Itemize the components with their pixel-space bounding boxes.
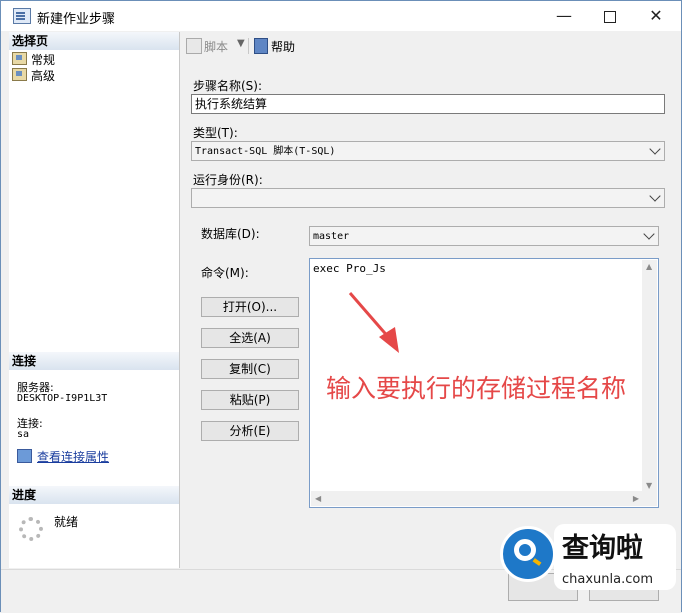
job-step-dialog: 新建作业步骤 — ✕ 选择页 常规 高级 连接 服务器: DESKTOP-I9P… [0, 0, 682, 612]
database-value: master [313, 231, 350, 242]
parse-button[interactable]: 分析(E) [201, 421, 299, 441]
step-name-input[interactable]: 执行系统结算 [191, 94, 665, 114]
script-button[interactable]: 脚本 [186, 38, 228, 55]
database-label: 数据库(D): [201, 227, 260, 241]
left-panel: 选择页 常规 高级 连接 服务器: DESKTOP-I9P1L3T 连接: sa… [9, 32, 180, 568]
chevron-down-icon [643, 228, 655, 240]
type-value: Transact-SQL 脚本(T-SQL) [195, 146, 336, 157]
chevron-down-icon [649, 190, 661, 202]
connection-properties-icon [17, 449, 32, 463]
script-icon [186, 38, 202, 54]
horizontal-scrollbar[interactable]: ◀ ▶ [311, 491, 643, 506]
page-item-label: 高级 [31, 69, 56, 83]
type-select[interactable]: Transact-SQL 脚本(T-SQL) [191, 141, 665, 161]
command-text: exec Pro_Js [313, 262, 386, 275]
scrollbar-corner [642, 491, 657, 506]
pages-header: 选择页 [9, 32, 179, 50]
close-button[interactable]: ✕ [633, 1, 679, 31]
connection-header: 连接 [9, 352, 179, 370]
page-item-label: 常规 [31, 53, 56, 67]
window-title: 新建作业步骤 [37, 12, 116, 27]
app-icon [13, 8, 31, 24]
connection-value: sa [17, 429, 30, 440]
server-value: DESKTOP-I9P1L3T [17, 393, 108, 404]
copy-button[interactable]: 复制(C) [201, 359, 299, 379]
progress-spinner-icon [19, 517, 43, 541]
view-connection-properties-label: 查看连接属性 [37, 450, 110, 464]
watermark-site: chaxunla.com [562, 572, 653, 587]
scroll-up-icon[interactable]: ▲ [646, 262, 652, 271]
progress-status: 就绪 [54, 515, 79, 529]
help-label: 帮助 [271, 40, 296, 54]
maximize-icon [604, 10, 616, 23]
run-as-select[interactable] [191, 188, 665, 208]
select-all-button[interactable]: 全选(A) [201, 328, 299, 348]
page-item-advanced[interactable]: 高级 [12, 68, 55, 84]
page-icon [12, 52, 27, 65]
minimize-button[interactable]: — [541, 1, 587, 31]
database-select[interactable]: master [309, 226, 659, 246]
annotation-text: 输入要执行的存储过程名称 [326, 374, 627, 403]
scroll-left-icon[interactable]: ◀ [315, 494, 321, 503]
title-bar: 新建作业步骤 — ✕ [1, 1, 681, 31]
paste-button[interactable]: 粘贴(P) [201, 390, 299, 410]
toolbar-separator [248, 38, 249, 54]
help-icon [254, 38, 268, 54]
page-item-general[interactable]: 常规 [12, 52, 55, 68]
chevron-down-icon [649, 143, 661, 155]
command-label: 命令(M): [201, 266, 249, 280]
magnifier-icon [514, 539, 536, 561]
watermark-logo-icon [500, 526, 556, 582]
page-icon [12, 68, 27, 81]
open-button[interactable]: 打开(O)... [201, 297, 299, 317]
scroll-right-icon[interactable]: ▶ [633, 494, 639, 503]
progress-header: 进度 [9, 486, 179, 504]
maximize-button[interactable] [587, 1, 633, 31]
view-connection-properties-link[interactable]: 查看连接属性 [17, 448, 109, 465]
script-dropdown-icon[interactable]: ▼ [237, 38, 245, 49]
vertical-scrollbar[interactable]: ▲ ▼ [642, 260, 657, 492]
type-label: 类型(T): [193, 126, 238, 140]
script-label: 脚本 [204, 40, 229, 54]
watermark-card: 查询啦 chaxunla.com [554, 524, 676, 590]
help-button[interactable]: 帮助 [254, 38, 295, 55]
watermark-title: 查询啦 [562, 533, 643, 564]
run-as-label: 运行身份(R): [193, 173, 263, 187]
scroll-down-icon[interactable]: ▼ [646, 481, 652, 490]
step-name-label: 步骤名称(S): [193, 79, 263, 93]
